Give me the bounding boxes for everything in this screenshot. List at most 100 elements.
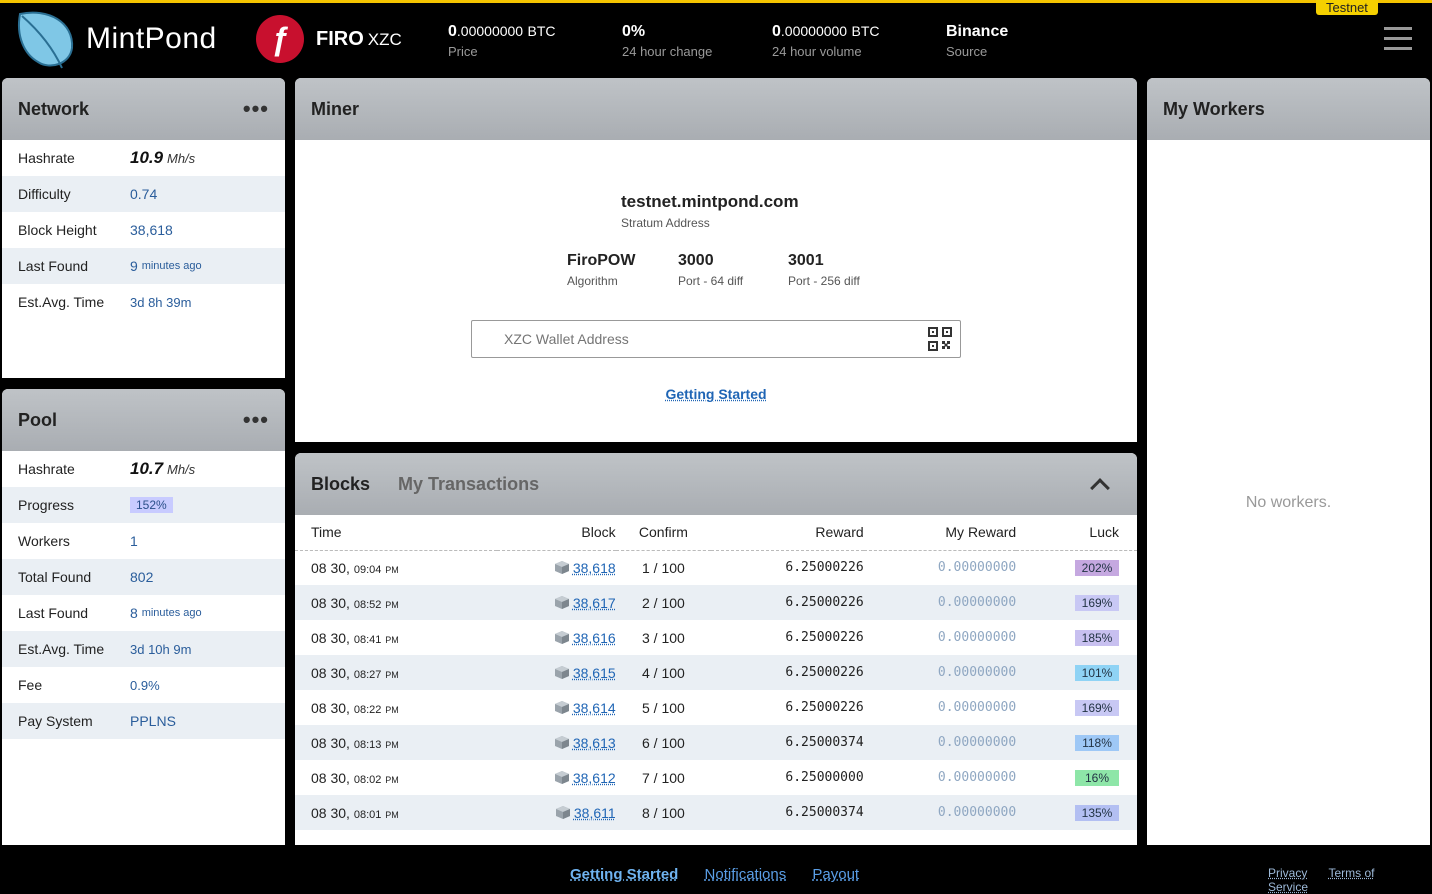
row-label: Last Found: [18, 258, 89, 274]
row-unit: Mh/s: [166, 150, 196, 166]
row-value: 1: [130, 533, 138, 549]
cell-clock: 08:41: [353, 633, 382, 646]
cell-date: 08 30,: [311, 804, 350, 821]
footer-getting-started-link[interactable]: Getting Started: [570, 866, 678, 883]
cell-time: 08 30, 08:41 PM: [295, 620, 497, 655]
price-dec: .00000000: [456, 23, 524, 39]
price-int: 0: [448, 23, 457, 40]
cell-reward: 6.25000226: [785, 665, 864, 680]
cube-icon: [554, 770, 569, 784]
table-row: 08 30, 08:41 PM 38,616 3 / 100 6.25000226 0.…: [295, 620, 1137, 655]
block-link[interactable]: 38,618: [573, 560, 616, 576]
cell-clock: 09:04: [353, 563, 382, 576]
cell-my-reward: 0.00000000: [937, 630, 1017, 645]
change-stat: 0% 24 hour change: [622, 23, 712, 59]
cell-luck: 202%: [1016, 550, 1137, 585]
pool-row-total-found: Total Found 802: [2, 559, 285, 595]
cell-reward: 6.25000374: [785, 805, 864, 820]
col-time[interactable]: Time: [295, 515, 498, 551]
stratum-label: Stratum Address: [621, 216, 710, 230]
brand-name: MintPond: [86, 22, 217, 55]
cube-icon: [554, 595, 569, 609]
table-row: 08 30, 08:52 PM 38,617 2 / 100 6.25000226 0.…: [295, 585, 1137, 620]
col-block[interactable]: Block: [497, 515, 616, 551]
tab-blocks[interactable]: Blocks: [311, 474, 370, 495]
network-header: Network •••: [2, 78, 285, 140]
row-label: Block Height: [18, 222, 97, 238]
footer-privacy-link[interactable]: Privacy: [1268, 866, 1307, 880]
workers-panel: My Workers No workers.: [1147, 78, 1430, 845]
row-value: 38,618: [130, 222, 173, 238]
algorithm-block: FiroPOW Algorithm: [567, 252, 635, 288]
more-options-icon[interactable]: •••: [243, 96, 269, 122]
cell-clock: 08:01: [353, 808, 382, 821]
row-value: 0.74: [130, 186, 158, 202]
leaf-logo-icon: [18, 11, 74, 69]
block-link[interactable]: 38,615: [573, 665, 616, 681]
cube-icon: [554, 700, 569, 714]
footer: Getting Started Notifications Payout Pri…: [0, 846, 1432, 894]
luck-badge: 169%: [1075, 700, 1119, 716]
network-row-hashrate: Hashrate 10.9 Mh/s: [2, 140, 285, 176]
cell-my-reward: 0.00000000: [937, 700, 1017, 715]
chevron-up-icon[interactable]: [1090, 478, 1110, 498]
brand-logo[interactable]: MintPond: [12, 8, 217, 70]
cell-date: 08 30,: [311, 769, 350, 786]
cell-my-reward: 0.00000000: [937, 735, 1017, 750]
cell-clock: 08:52: [353, 598, 382, 611]
qr-code-icon[interactable]: [928, 327, 952, 351]
row-value: PPLNS: [130, 713, 176, 729]
blocks-header: Blocks My Transactions: [295, 453, 1137, 515]
network-row-height: Block Height 38,618: [2, 212, 285, 248]
block-link[interactable]: 38,617: [573, 595, 616, 611]
col-luck[interactable]: Luck: [1016, 515, 1137, 551]
pool-row-fee: Fee 0.9%: [2, 667, 285, 703]
col-confirm[interactable]: Confirm: [615, 515, 712, 551]
row-unit: Mh/s: [166, 461, 196, 477]
source-value: Binance: [946, 23, 1009, 40]
row-value: 8: [130, 605, 138, 621]
block-link[interactable]: 38,612: [573, 770, 616, 786]
pool-row-hashrate: Hashrate 10.7 Mh/s: [2, 451, 285, 487]
change-int: 0: [622, 23, 631, 40]
footer-payout-link[interactable]: Payout: [812, 866, 859, 883]
volume-stat: 0.00000000 BTC 24 hour volume: [772, 23, 880, 59]
block-link[interactable]: 38,616: [573, 630, 616, 646]
col-my-reward[interactable]: My Reward: [863, 515, 1017, 551]
miner-header: Miner: [295, 78, 1137, 140]
luck-badge: 202%: [1075, 560, 1119, 577]
getting-started-link[interactable]: Getting Started: [665, 386, 766, 402]
row-label: Progress: [18, 497, 75, 513]
more-options-icon[interactable]: •••: [243, 407, 269, 433]
luck-badge: 101%: [1075, 665, 1119, 681]
coin-selector[interactable]: ƒ FIRO XZC: [256, 15, 402, 63]
progress-badge: 152%: [130, 497, 173, 513]
network-row-difficulty: Difficulty 0.74: [2, 176, 285, 212]
cell-confirm: 2 / 100: [641, 594, 685, 611]
cell-block: 38,618: [497, 550, 616, 585]
workers-header: My Workers: [1147, 78, 1430, 140]
col-reward[interactable]: Reward: [711, 515, 864, 551]
cell-date: 08 30,: [311, 629, 350, 646]
header-bar: MintPond ƒ FIRO XZC 0.00000000 BTC Price …: [0, 0, 1432, 78]
cube-icon: [554, 665, 569, 679]
cell-clock: 08:02: [353, 773, 382, 786]
table-row: 08 30, 08:22 PM 38,614 5 / 100 6.25000226 0.…: [295, 690, 1137, 725]
hamburger-menu-icon[interactable]: [1384, 27, 1412, 57]
cell-block: 38,617: [497, 585, 616, 620]
cell-date: 08 30,: [311, 559, 350, 576]
stratum-block: testnet.mintpond.com Stratum Address: [621, 192, 799, 230]
table-row: 08 30, 08:02 PM 38,612 7 / 100 6.25000000 0.…: [295, 760, 1137, 795]
wallet-field: [471, 320, 961, 358]
cell-luck: 16%: [1016, 760, 1137, 795]
cell-clock: 08:13: [353, 738, 382, 751]
pool-row-progress: Progress 152%: [2, 487, 285, 523]
wallet-address-input[interactable]: [472, 331, 912, 347]
block-link[interactable]: 38,611: [574, 805, 616, 821]
footer-notifications-link[interactable]: Notifications: [705, 866, 787, 883]
stratum-address[interactable]: testnet.mintpond.com: [621, 192, 799, 212]
tab-my-transactions[interactable]: My Transactions: [398, 474, 539, 495]
pool-row-avg-time: Est.Avg. Time 3d 10h 9m: [2, 631, 285, 667]
block-link[interactable]: 38,613: [573, 735, 616, 751]
block-link[interactable]: 38,614: [573, 700, 616, 716]
